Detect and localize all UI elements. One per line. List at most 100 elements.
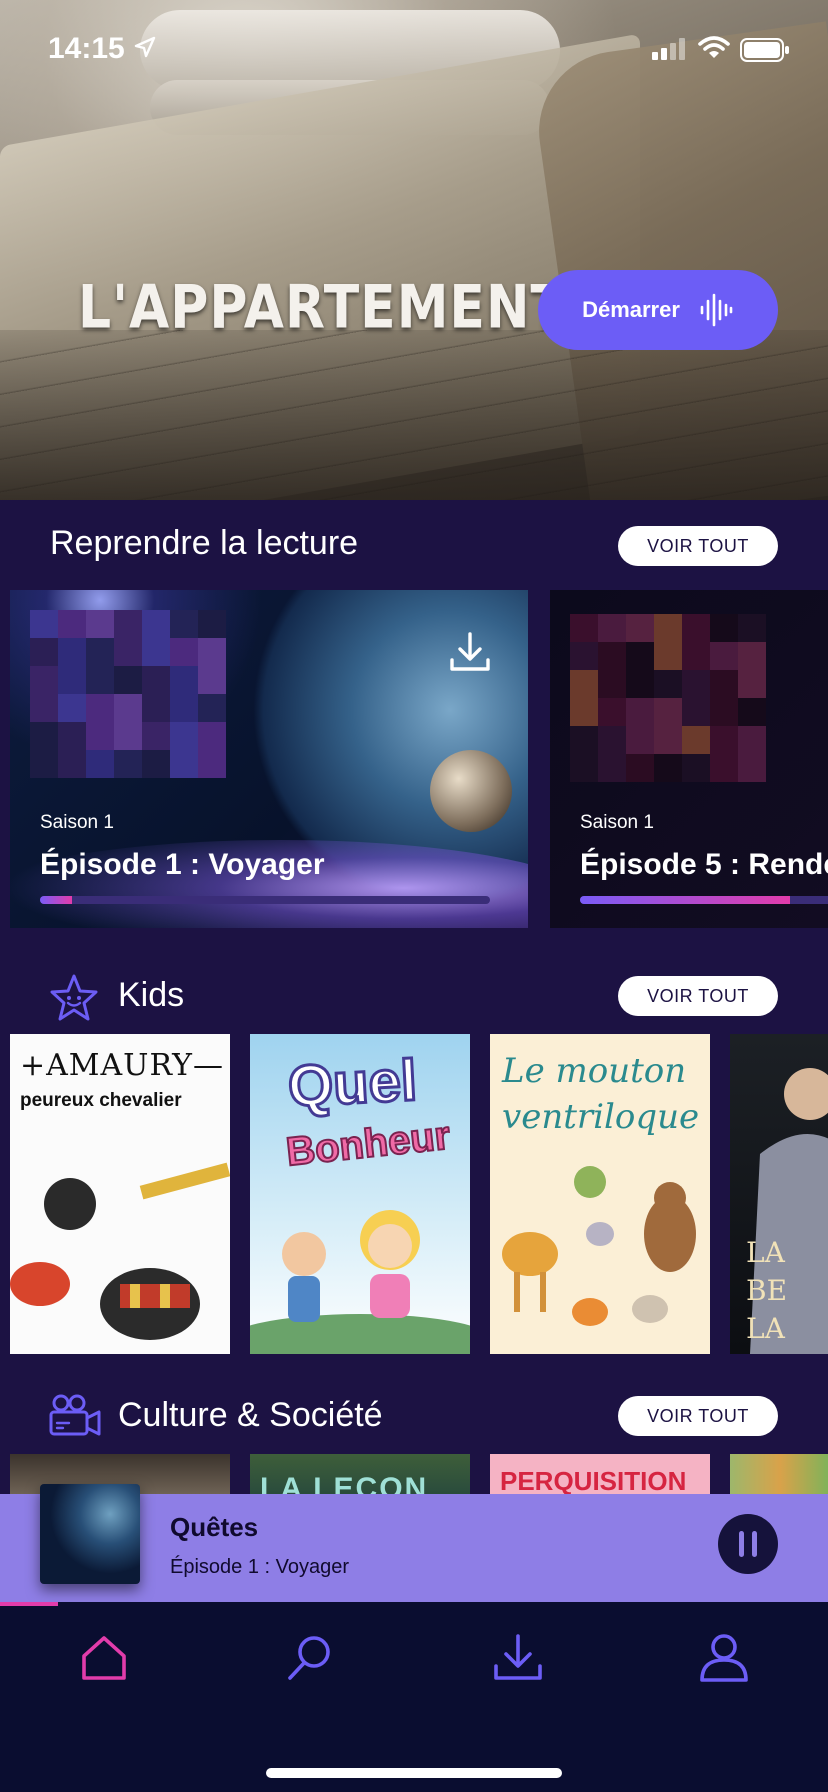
pixel-block bbox=[570, 754, 598, 782]
continue-card[interactable]: Saison 1 Épisode 1 : Voyager bbox=[10, 590, 528, 928]
wifi-icon bbox=[698, 36, 730, 58]
status-bar: 14:15 bbox=[0, 0, 828, 100]
pixel-block bbox=[654, 670, 682, 698]
tab-profile[interactable] bbox=[694, 1628, 754, 1688]
pixel-block bbox=[738, 614, 766, 642]
pixelated-artwork bbox=[570, 614, 766, 782]
pixel-block bbox=[198, 694, 226, 722]
battery-icon bbox=[740, 38, 789, 62]
kids-tile[interactable]: Le mouton ventriloque bbox=[490, 1034, 710, 1354]
pixel-block bbox=[738, 726, 766, 754]
culture-tile[interactable]: PERQUISITION bbox=[490, 1454, 710, 1494]
pixel-block bbox=[142, 722, 170, 750]
pixel-block bbox=[654, 614, 682, 642]
tab-home[interactable] bbox=[74, 1628, 134, 1688]
pixel-block bbox=[170, 750, 198, 778]
tile-subtitle: peureux chevalier bbox=[20, 1090, 182, 1111]
pause-icon bbox=[739, 1531, 744, 1557]
pixel-block bbox=[682, 642, 710, 670]
pixel-block bbox=[198, 722, 226, 750]
search-icon bbox=[288, 1636, 330, 1680]
culture-tile[interactable] bbox=[730, 1454, 828, 1494]
pixel-block bbox=[198, 638, 226, 666]
pixel-block bbox=[86, 610, 114, 638]
tile-title: +AMAURY— bbox=[20, 1048, 224, 1083]
tile-title: Le mouton ventriloque bbox=[502, 1048, 699, 1140]
pixel-block bbox=[142, 750, 170, 778]
tile-title-line: Le mouton bbox=[502, 1051, 687, 1091]
continue-see-all-button[interactable]: VOIR TOUT bbox=[618, 526, 778, 566]
tab-downloads[interactable] bbox=[488, 1628, 548, 1688]
kids-tile[interactable]: Quel Bonheur bbox=[250, 1034, 470, 1354]
kids-tile[interactable]: LA BE LA BE bbox=[730, 1034, 828, 1354]
pixel-block bbox=[570, 642, 598, 670]
pixel-block bbox=[598, 726, 626, 754]
continue-card[interactable]: Saison 1 Épisode 5 : Rende bbox=[550, 590, 828, 928]
pixel-block bbox=[114, 610, 142, 638]
cellular-signal-icon bbox=[652, 38, 685, 60]
home-icon bbox=[82, 1636, 126, 1680]
card-artwork-moon bbox=[430, 750, 512, 832]
pixel-block bbox=[30, 610, 58, 638]
pixel-block bbox=[738, 754, 766, 782]
tile-title-line: LA BE bbox=[746, 1236, 788, 1307]
pixel-block bbox=[682, 754, 710, 782]
pixel-block bbox=[170, 694, 198, 722]
pixel-block bbox=[710, 614, 738, 642]
pixel-block bbox=[198, 750, 226, 778]
tile-title-line: LA BE bbox=[746, 1312, 787, 1354]
mini-player[interactable]: Quêtes Épisode 1 : Voyager bbox=[0, 1484, 828, 1602]
card-episode-title: Épisode 5 : Rende bbox=[580, 848, 828, 881]
tile-illustration bbox=[502, 1166, 696, 1326]
pixel-block bbox=[598, 754, 626, 782]
culture-tile[interactable]: LA LEÇON bbox=[250, 1454, 470, 1494]
pixel-block bbox=[114, 666, 142, 694]
tile-title-line: ventriloque bbox=[502, 1097, 700, 1137]
pixel-block bbox=[738, 642, 766, 670]
user-icon bbox=[700, 1634, 748, 1682]
pixel-block bbox=[58, 750, 86, 778]
card-season: Saison 1 bbox=[580, 812, 654, 833]
pixel-block bbox=[570, 698, 598, 726]
culture-see-all-button[interactable]: VOIR TOUT bbox=[618, 1396, 778, 1436]
pixel-block bbox=[654, 698, 682, 726]
pause-button[interactable] bbox=[718, 1514, 778, 1574]
pixel-block bbox=[30, 694, 58, 722]
pixel-block bbox=[682, 726, 710, 754]
start-button[interactable]: Démarrer bbox=[538, 270, 778, 350]
pixel-block bbox=[198, 666, 226, 694]
pixel-block bbox=[710, 642, 738, 670]
tile-subtitle: Bonheur bbox=[283, 1113, 453, 1176]
tile-title: PERQUISITION bbox=[500, 1466, 687, 1494]
pixel-block bbox=[570, 726, 598, 754]
pixel-block bbox=[626, 614, 654, 642]
kids-see-all-button[interactable]: VOIR TOUT bbox=[618, 976, 778, 1016]
culture-section-title: Culture & Société bbox=[118, 1396, 383, 1434]
pause-icon bbox=[752, 1531, 757, 1557]
pixelated-artwork bbox=[30, 610, 226, 778]
pixel-block bbox=[710, 698, 738, 726]
pixel-block bbox=[682, 614, 710, 642]
card-progress-fill bbox=[40, 896, 72, 904]
pixel-block bbox=[710, 726, 738, 754]
hero-image-floor bbox=[0, 330, 828, 500]
tab-search[interactable] bbox=[280, 1628, 340, 1688]
pixel-block bbox=[626, 726, 654, 754]
download-icon[interactable] bbox=[448, 630, 492, 674]
start-button-label: Démarrer bbox=[582, 297, 680, 322]
kids-tile[interactable]: +AMAURY— peureux chevalier bbox=[10, 1034, 230, 1354]
pixel-block bbox=[30, 666, 58, 694]
pixel-block bbox=[682, 670, 710, 698]
pixel-block bbox=[86, 722, 114, 750]
tile-illustration bbox=[10, 1162, 230, 1340]
pixel-block bbox=[598, 642, 626, 670]
pixel-block bbox=[626, 670, 654, 698]
tile-title: LA BE LA BE bbox=[746, 1234, 828, 1354]
pixel-block bbox=[86, 666, 114, 694]
pixel-block bbox=[58, 666, 86, 694]
pixel-block bbox=[170, 610, 198, 638]
pixel-block bbox=[86, 750, 114, 778]
pixel-block bbox=[30, 638, 58, 666]
pixel-block bbox=[86, 638, 114, 666]
kids-section-title: Kids bbox=[118, 976, 185, 1014]
